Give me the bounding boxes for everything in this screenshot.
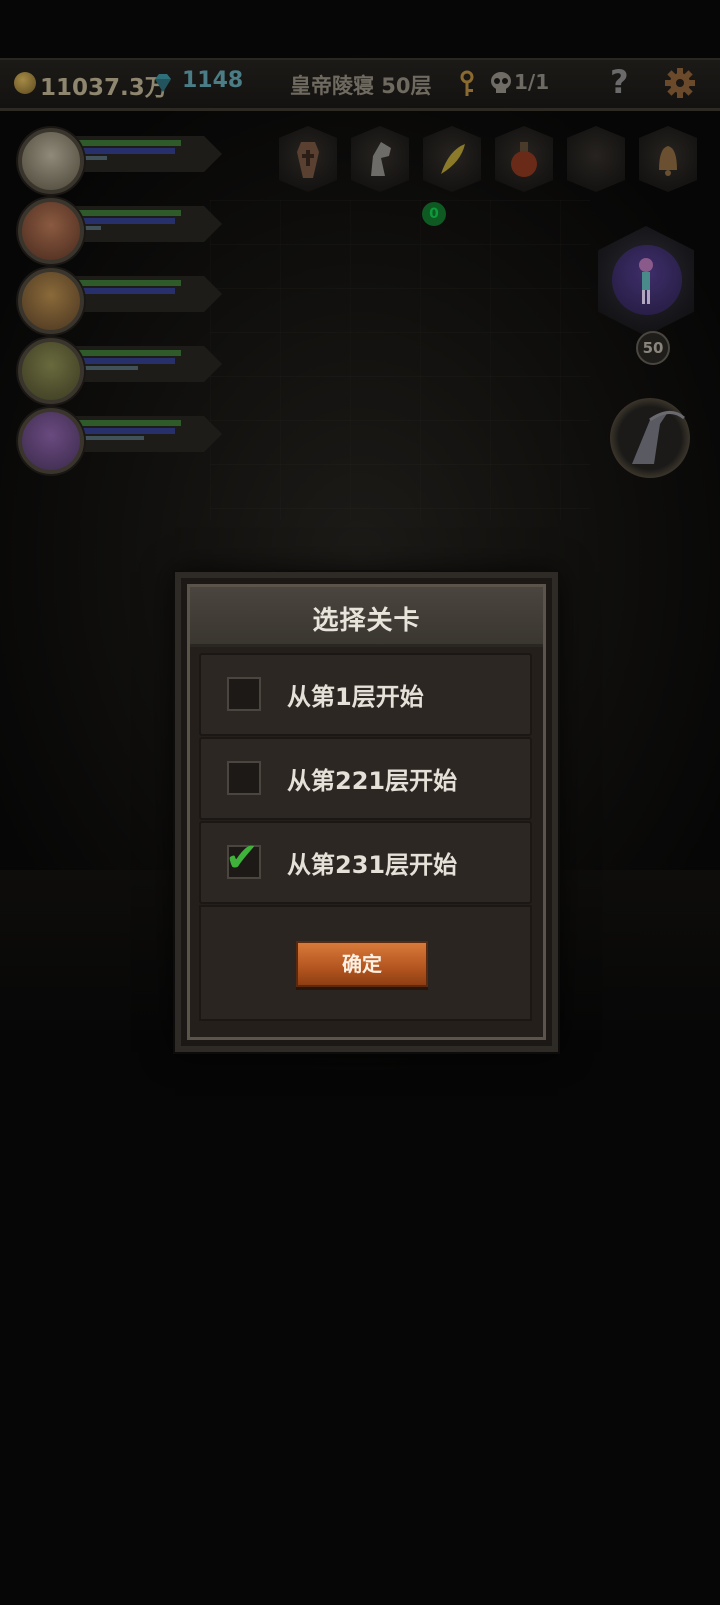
key-icon: [460, 70, 474, 96]
diamond-icon: [155, 74, 171, 92]
dungeon-wall: [210, 200, 590, 520]
skull-icon: [491, 72, 511, 93]
mp-bar: [76, 358, 175, 364]
option-label: 从第1层开始: [287, 683, 424, 711]
party-member-5[interactable]: [14, 408, 222, 474]
boss-level-badge: 50: [636, 331, 670, 365]
feather-icon: [441, 144, 465, 174]
confirm-button[interactable]: 确定: [296, 941, 428, 987]
potion-icon: [511, 142, 537, 177]
hp-bar: [76, 350, 181, 356]
help-button[interactable]: ?: [610, 63, 629, 101]
option-floor-231[interactable]: ✔ 从第231层开始: [199, 821, 532, 904]
checkbox[interactable]: [227, 761, 261, 795]
item-slot-potion[interactable]: [495, 126, 553, 192]
hp-bar: [76, 140, 181, 146]
checkbox[interactable]: [227, 677, 261, 711]
gold-coin-icon: [14, 72, 36, 94]
hero-portrait: [18, 338, 84, 404]
option-floor-221[interactable]: 从第221层开始: [199, 737, 532, 820]
mp-bar: [76, 428, 175, 434]
option-label: 从第231层开始: [287, 851, 458, 879]
item-slot-empty[interactable]: [567, 126, 625, 192]
party-member-4[interactable]: [14, 338, 222, 404]
coffin-icon: [297, 142, 319, 178]
hero-portrait: [18, 128, 84, 194]
hero-portrait: [18, 408, 84, 474]
horse-head-icon: [371, 142, 391, 176]
dialog-title: 选择关卡: [312, 606, 421, 636]
gem-amount: 1148: [182, 68, 244, 93]
bell-icon: [659, 146, 677, 176]
status-bar: 11037.3万 1148 皇帝陵寝 50层 1/1 ?: [0, 58, 720, 111]
item-slot-feather[interactable]: [423, 126, 481, 192]
option-label: 从第221层开始: [287, 767, 458, 795]
boss-portrait[interactable]: [612, 245, 682, 315]
mp-bar: [76, 218, 175, 224]
hp-bar: [76, 210, 181, 216]
dialog-footer: 确定: [199, 905, 532, 1021]
party-member-2[interactable]: [14, 198, 222, 264]
checkbox-checked[interactable]: ✔: [225, 835, 261, 881]
checkmark-icon: ✔: [225, 835, 259, 881]
stage-select-dialog: 选择关卡 从第1层开始 从第221层开始 ✔ 从第231层开始 确定: [175, 572, 558, 1052]
mp-bar: [76, 148, 175, 154]
item-slot-coffin[interactable]: [279, 126, 337, 192]
party-member-3[interactable]: [14, 268, 222, 334]
hero-portrait: [18, 198, 84, 264]
mp-bar: [76, 288, 175, 294]
dungeon-floor-label: 皇帝陵寝 50层: [290, 74, 432, 98]
hp-bar: [76, 280, 181, 286]
item-slot-horse[interactable]: [351, 126, 409, 192]
gear-icon[interactable]: [663, 66, 697, 100]
party-member-1[interactable]: [14, 128, 222, 194]
hero-portrait: [18, 268, 84, 334]
xp-bar: [76, 436, 144, 440]
item-count-badge: 0: [422, 202, 446, 226]
xp-bar: [76, 366, 138, 370]
item-slot-bell[interactable]: [639, 126, 697, 192]
option-floor-1[interactable]: 从第1层开始: [199, 653, 532, 736]
reaper-icon: [632, 411, 685, 464]
hp-bar: [76, 420, 181, 426]
boss-figure-icon: [639, 258, 653, 304]
gold-amount: 11037.3万: [40, 75, 168, 101]
kill-counter: 1/1: [514, 70, 550, 94]
dialog-header: 选择关卡: [190, 587, 543, 647]
skill-button[interactable]: [610, 398, 690, 478]
